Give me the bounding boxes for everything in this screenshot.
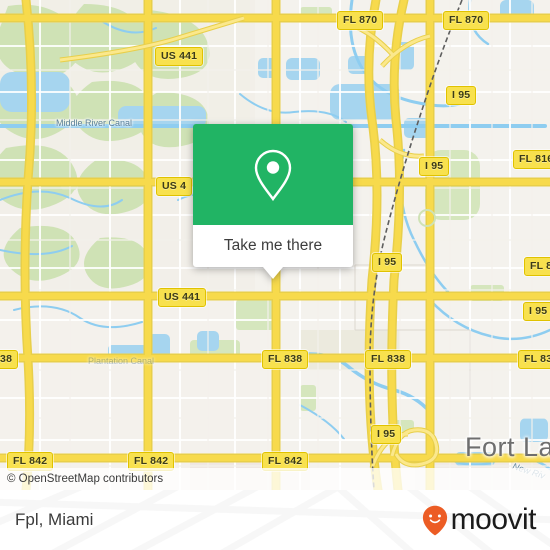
road-shield-i95-center[interactable]: I 95 <box>372 253 403 272</box>
moovit-wordmark: moovit <box>450 503 537 536</box>
road-shield-fl-8-right[interactable]: FL 8 <box>524 257 550 276</box>
road-shield-fl-870-west[interactable]: FL 870 <box>337 11 384 30</box>
road-shield-838-west-edge[interactable]: 838 <box>0 350 19 369</box>
road-shield-fl-870-east[interactable]: FL 870 <box>443 11 490 30</box>
road-shield-us441-behind-card[interactable]: US 4 <box>156 177 193 196</box>
page-title: Fpl, Miami <box>15 510 94 529</box>
map-pin-icon <box>254 149 292 201</box>
callout-image-area <box>193 124 353 225</box>
callout-tail <box>263 267 283 279</box>
take-me-there-label: Take me there <box>223 237 323 254</box>
callout-action-bar[interactable]: Take me there <box>193 225 353 267</box>
moovit-brand[interactable]: moovit <box>422 505 550 536</box>
road-shield-us441-lower[interactable]: US 441 <box>158 288 207 307</box>
map-label-plantation-canal: Plantation Canal <box>88 356 155 366</box>
moovit-pin-icon <box>422 505 447 535</box>
road-shield-us441-top[interactable]: US 441 <box>155 47 204 66</box>
attribution-text[interactable]: © OpenStreetMap contributors <box>0 473 163 485</box>
footer-bar: Fpl, Miami moovit <box>0 490 550 550</box>
road-shield-i95-lower[interactable]: I 95 <box>523 302 550 321</box>
road-shield-fl-838-east[interactable]: FL 838 <box>365 350 412 369</box>
road-shield-i95-mid[interactable]: I 95 <box>419 157 450 176</box>
map-label-fort-lauderdale: Fort Lauderdale <box>465 432 550 462</box>
road-shield-fl-83-edge[interactable]: FL 83 <box>518 350 550 369</box>
map-label-middle-river-canal: Middle River Canal <box>56 118 133 128</box>
road-shield-fl-838-center[interactable]: FL 838 <box>262 350 309 369</box>
road-shield-fl-816[interactable]: FL 816 <box>513 150 550 169</box>
screen: Middle River Canal Plantation Canal New … <box>0 0 550 550</box>
map-attribution: © OpenStreetMap contributors <box>0 468 550 490</box>
road-shield-i95-bottom[interactable]: I 95 <box>371 425 402 444</box>
location-callout-card[interactable]: Take me there <box>193 124 353 279</box>
road-shield-i95-top[interactable]: I 95 <box>446 86 477 105</box>
